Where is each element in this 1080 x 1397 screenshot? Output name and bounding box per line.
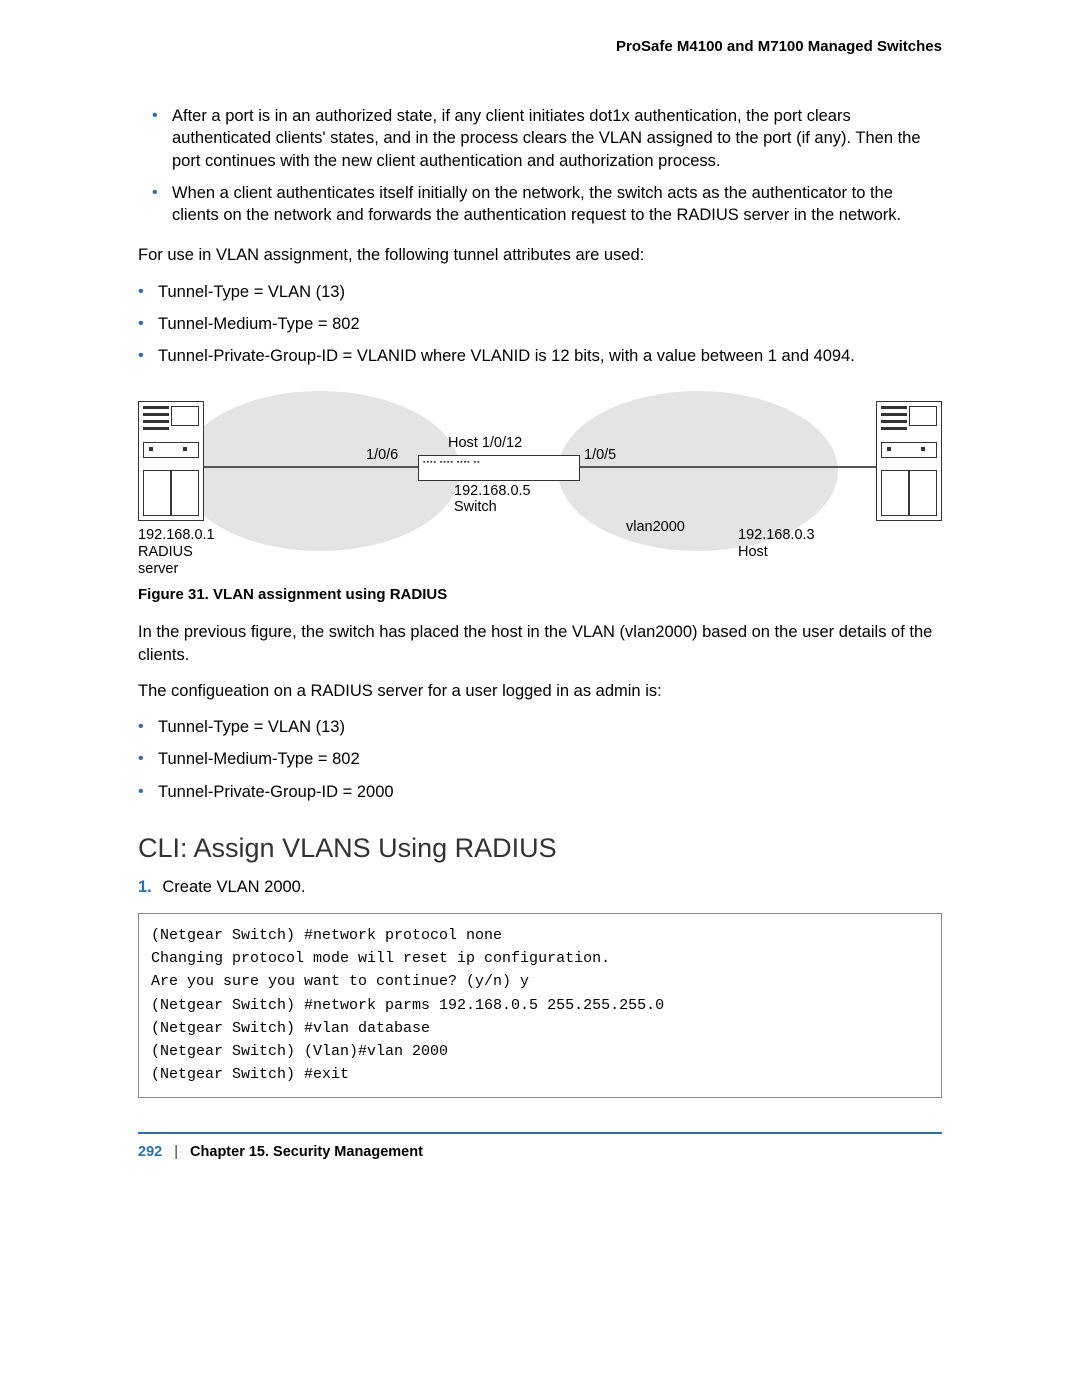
label-server: server	[138, 561, 178, 577]
footer-rule	[138, 1132, 942, 1134]
label-vlan: vlan2000	[626, 519, 685, 535]
attr-item-3: Tunnel-Private-Group-ID = VLANID where V…	[138, 345, 942, 367]
page: ProSafe M4100 and M7100 Managed Switches…	[0, 0, 1080, 1397]
section-heading: CLI: Assign VLANS Using RADIUS	[138, 833, 942, 864]
radius-server-icon	[138, 401, 204, 521]
switch-icon	[418, 455, 580, 481]
label-host: Host	[738, 544, 768, 560]
step-text: Create VLAN 2000.	[162, 878, 305, 896]
header-title: ProSafe M4100 and M7100 Managed Switches	[616, 38, 942, 55]
config-list: Tunnel-Type = VLAN (13) Tunnel-Medium-Ty…	[138, 716, 942, 803]
label-radius-ip: 192.168.0.1	[138, 527, 215, 543]
link-left	[204, 466, 418, 468]
host-icon	[876, 401, 942, 521]
page-footer: 292 | Chapter 15. Security Management	[138, 1144, 942, 1160]
step-number: 1.	[138, 878, 152, 896]
cli-code-block: (Netgear Switch) #network protocol none …	[138, 913, 942, 1098]
label-switch-ip: 192.168.0.5	[454, 483, 531, 499]
intro-bullets: After a port is in an authorized state, …	[138, 105, 942, 226]
attr-item-2: Tunnel-Medium-Type = 802	[138, 313, 942, 335]
figure-diagram: 1/0/6 Host 1/0/12 1/0/5 192.168.0.5 Swit…	[138, 391, 942, 576]
config-item-1: Tunnel-Type = VLAN (13)	[138, 716, 942, 738]
label-host-ip: 192.168.0.3	[738, 527, 815, 543]
attrs-list: Tunnel-Type = VLAN (13) Tunnel-Medium-Ty…	[138, 281, 942, 368]
label-host-port: Host 1/0/12	[448, 435, 522, 451]
label-radius: RADIUS	[138, 544, 193, 560]
label-port-right: 1/0/5	[584, 447, 616, 463]
config-item-2: Tunnel-Medium-Type = 802	[138, 748, 942, 770]
intro-bullet-2: When a client authenticates itself initi…	[138, 182, 942, 227]
link-right	[578, 466, 876, 468]
config-item-3: Tunnel-Private-Group-ID = 2000	[138, 781, 942, 803]
intro-bullet-1: After a port is in an authorized state, …	[138, 105, 942, 172]
para-config: The configueation on a RADIUS server for…	[138, 680, 942, 702]
attr-item-1: Tunnel-Type = VLAN (13)	[138, 281, 942, 303]
figure-caption: Figure 31. VLAN assignment using RADIUS	[138, 586, 942, 603]
label-switch: Switch	[454, 499, 497, 515]
page-header: ProSafe M4100 and M7100 Managed Switches	[138, 38, 942, 55]
para-after-figure: In the previous figure, the switch has p…	[138, 621, 942, 666]
para-attrs: For use in VLAN assignment, the followin…	[138, 244, 942, 266]
footer-sep: |	[174, 1144, 178, 1160]
step-1: 1. Create VLAN 2000.	[138, 878, 942, 897]
page-number: 292	[138, 1144, 162, 1160]
chapter-name: Chapter 15. Security Management	[190, 1144, 423, 1160]
label-port-left: 1/0/6	[366, 447, 398, 463]
